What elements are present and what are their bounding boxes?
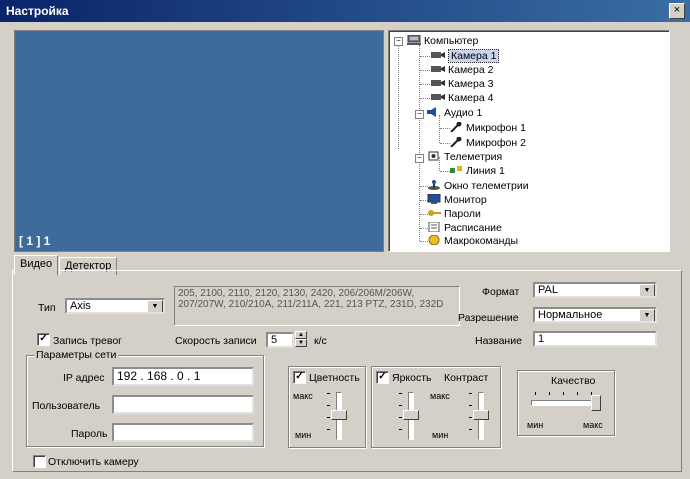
quality-slider-thumb[interactable]	[591, 395, 601, 411]
spin-up-icon: ▲	[295, 331, 307, 339]
tree-node-schedule[interactable]: Расписание	[427, 221, 502, 235]
user-label: Пользователь	[32, 400, 101, 412]
tree-node-line-1[interactable]: Линия 1	[449, 164, 505, 178]
computer-icon	[407, 34, 421, 45]
tree-node-camera-1[interactable]: Камера 1	[431, 49, 500, 63]
camera-models-text: 205, 2100, 2110, 2120, 2130, 2420, 206/2…	[174, 286, 460, 326]
resolution-select[interactable]: Нормальное ▼	[533, 307, 657, 323]
tree-node-telemetry[interactable]: Телеметрия	[427, 150, 502, 164]
ip-label: IP адрес	[63, 372, 105, 384]
format-label: Формат	[482, 286, 520, 298]
user-input[interactable]	[112, 395, 254, 414]
password-label: Пароль	[71, 428, 108, 440]
tree-node-microphone-1[interactable]: Микрофон 1	[449, 121, 526, 135]
tree-node-microphone-2[interactable]: Микрофон 2	[449, 136, 526, 150]
microphone-icon	[449, 121, 463, 133]
camera-icon	[431, 50, 445, 60]
type-label: Тип	[38, 302, 56, 314]
bc-max-label: макс	[430, 391, 450, 401]
contrast-slider-thumb[interactable]	[473, 410, 489, 420]
tree-collapse-icon[interactable]: −	[415, 154, 424, 163]
quality-min-label: мин	[527, 420, 544, 430]
record-speed-input[interactable]: 5	[266, 332, 294, 348]
tree-collapse-icon[interactable]: −	[394, 37, 403, 46]
tree-node-audio-1[interactable]: Аудио 1	[427, 106, 482, 120]
camera-icon	[431, 64, 445, 74]
type-select[interactable]: Axis ▼	[65, 298, 165, 314]
format-select[interactable]: PAL ▼	[533, 282, 657, 298]
color-max-label: макс	[293, 391, 313, 401]
device-tree[interactable]: − Компьютер Камера 1 Камера 2 Камера 3 К…	[388, 30, 670, 252]
preview-channel-label: [ 1 ] 1	[19, 234, 51, 248]
brightness-slider-thumb[interactable]	[403, 410, 419, 420]
speaker-icon	[427, 107, 441, 117]
tree-node-camera-2[interactable]: Камера 2	[431, 63, 493, 77]
tree-node-telemetry-window[interactable]: Окно телеметрии	[427, 179, 529, 193]
quality-label: Качество	[551, 375, 596, 387]
tree-node-macros[interactable]: Макрокоманды	[427, 234, 518, 248]
contrast-label: Контраст	[444, 372, 489, 384]
window-title: Настройка	[6, 4, 69, 18]
calendar-icon	[427, 221, 441, 233]
network-group-label: Параметры сети	[34, 349, 119, 361]
record-alarms-checkbox[interactable]: ✓	[37, 333, 50, 346]
video-preview[interactable]: [ 1 ] 1	[14, 30, 384, 252]
quality-max-label: макс	[583, 420, 603, 430]
joystick-icon	[427, 180, 441, 190]
ip-input[interactable]: 192 . 168 . 0 . 1	[112, 367, 254, 386]
tree-node-camera-4[interactable]: Камера 4	[431, 91, 493, 105]
disable-camera-label: Отключить камеру	[48, 456, 139, 468]
brightness-checkbox[interactable]: ✓	[376, 371, 389, 384]
microphone-icon	[449, 136, 463, 148]
record-speed-spinner[interactable]: ▲ ▼	[295, 331, 307, 348]
macro-icon	[427, 234, 441, 246]
chevron-down-icon[interactable]: ▼	[147, 300, 163, 312]
key-icon	[427, 208, 441, 218]
monitor-icon	[427, 193, 441, 204]
telemetry-icon	[427, 151, 441, 161]
tree-node-computer[interactable]: Компьютер	[407, 34, 478, 48]
tree-node-passwords[interactable]: Пароли	[427, 207, 481, 221]
color-checkbox[interactable]: ✓	[293, 371, 306, 384]
color-label: Цветность	[309, 372, 360, 384]
color-slider-thumb[interactable]	[331, 410, 347, 420]
bc-min-label: мин	[432, 430, 449, 440]
close-button[interactable]: ×	[669, 3, 685, 19]
camera-icon	[431, 92, 445, 102]
tree-node-camera-3[interactable]: Камера 3	[431, 77, 493, 91]
spin-down-icon: ▼	[295, 339, 307, 347]
tree-node-monitor[interactable]: Монитор	[427, 193, 487, 207]
record-speed-label: Скорость записи	[175, 335, 257, 347]
title-bar: Настройка ×	[0, 0, 690, 22]
chevron-down-icon[interactable]: ▼	[639, 309, 655, 321]
record-speed-unit: к/с	[314, 335, 327, 347]
disable-camera-checkbox[interactable]	[33, 455, 46, 468]
line-icon	[449, 165, 463, 175]
camera-icon	[431, 78, 445, 88]
resolution-label: Разрешение	[458, 312, 519, 324]
name-input[interactable]: 1	[533, 331, 657, 347]
tab-video[interactable]: Видео	[14, 255, 59, 275]
record-alarms-label: Запись тревог	[53, 335, 122, 347]
tree-collapse-icon[interactable]: −	[415, 110, 424, 119]
color-min-label: мин	[295, 430, 312, 440]
chevron-down-icon[interactable]: ▼	[639, 284, 655, 296]
name-label: Название	[475, 335, 522, 347]
password-input[interactable]	[112, 423, 254, 442]
close-icon: ×	[673, 4, 681, 16]
brightness-label: Яркость	[392, 372, 432, 384]
